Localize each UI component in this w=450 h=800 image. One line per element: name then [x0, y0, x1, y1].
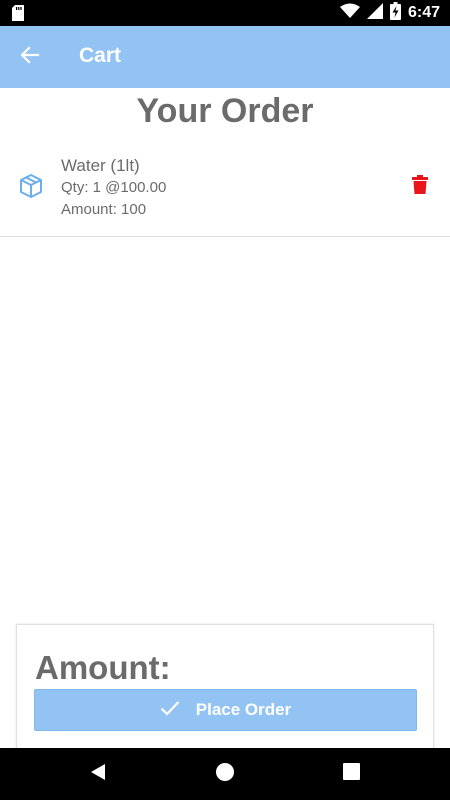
status-bar: 6:47 — [0, 0, 450, 26]
cart-item-qty: Qty: 1 @100.00 — [61, 179, 167, 196]
place-order-button[interactable]: Place Order — [34, 689, 417, 731]
battery-charging-icon — [389, 1, 401, 25]
trash-icon — [412, 175, 428, 199]
recents-square-icon — [342, 763, 360, 785]
cart-item-amount: Amount: 100 — [61, 201, 147, 218]
arrow-left-icon — [20, 45, 40, 70]
check-icon — [160, 700, 180, 721]
signal-icon — [366, 2, 383, 24]
amount-label: Amount: — [35, 649, 171, 686]
nav-recents-button[interactable] — [339, 762, 363, 786]
cart-list-item[interactable]: Water (1lt) Qty: 1 @100.00 Amount: 100 — [0, 145, 450, 237]
cart-item-name: Water (1lt) — [61, 156, 140, 175]
wifi-icon — [339, 3, 360, 24]
app-bar-title: Cart — [79, 44, 122, 67]
page-title: Your Order — [136, 92, 314, 130]
back-triangle-icon — [89, 763, 107, 786]
nav-back-button[interactable] — [86, 762, 110, 786]
cube-icon — [18, 173, 44, 199]
place-order-label: Place Order — [195, 700, 292, 719]
app-bar: Cart — [0, 26, 450, 88]
home-circle-icon — [215, 762, 235, 787]
cart-screen: 6:47 Cart Your Order Water (1lt) Qty: 1 … — [0, 0, 450, 800]
status-time: 6:47 — [407, 4, 440, 21]
cart-item-details: Water (1lt) Qty: 1 @100.00 Amount: 100 — [61, 155, 166, 221]
order-summary-card: Amount: Place Order — [16, 624, 434, 748]
sd-card-icon — [12, 5, 24, 21]
back-button[interactable] — [12, 39, 48, 75]
delete-item-button[interactable] — [406, 173, 434, 201]
system-nav-bar — [0, 748, 450, 800]
nav-home-button[interactable] — [213, 762, 237, 786]
